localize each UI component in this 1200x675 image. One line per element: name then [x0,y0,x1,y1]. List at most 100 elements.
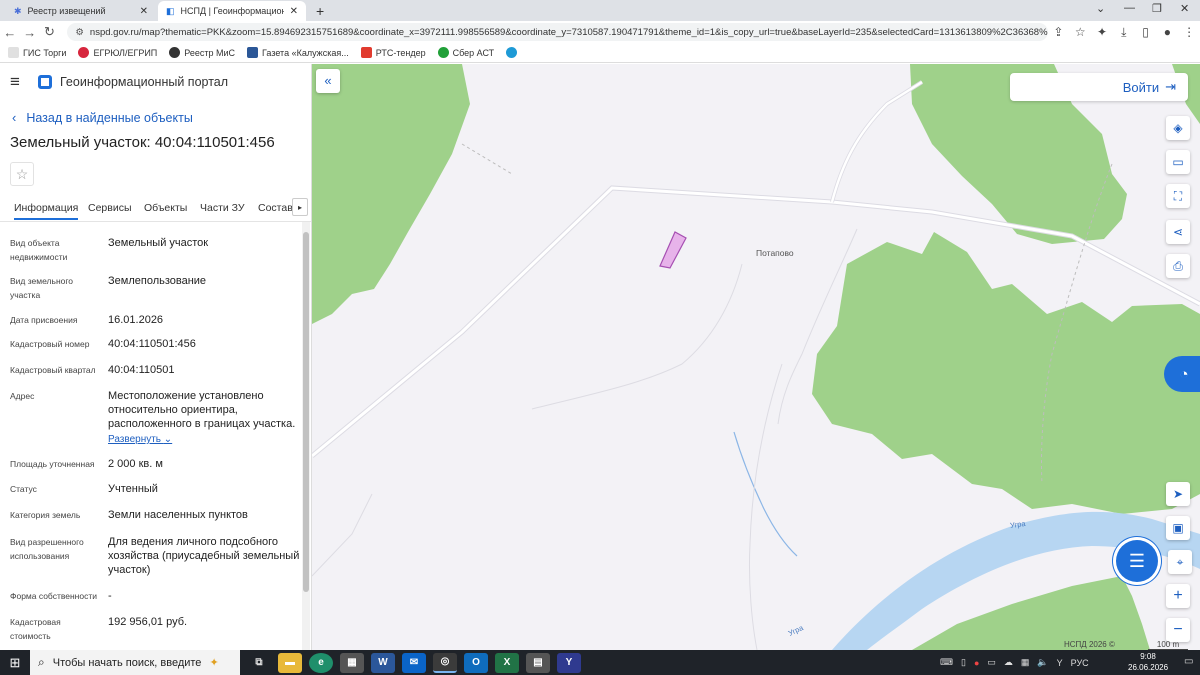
geo-search-button[interactable]: ⌖ [1168,550,1192,574]
navigation-arrow-icon: ➤ [1172,487,1184,501]
ruler-button[interactable]: ▭ [1166,150,1190,174]
chrome-icon[interactable]: ◎ [433,652,457,673]
back-to-results-link[interactable]: ‹ Назад в найденные объекты [12,110,193,125]
property-key: Вид объекта недвижимости [10,238,68,262]
url-input[interactable]: ⚙ nspd.gov.ru/map?thematic=PKK&zoom=15.8… [67,23,1048,41]
yandex-tray-icon[interactable]: Y [1057,658,1063,668]
panel-scrollbar[interactable] [302,222,310,650]
collapse-panel-button[interactable]: « [316,69,340,93]
tabs-scroll-right-icon[interactable]: ▸ [292,198,308,216]
map-scale: 100 m [1148,640,1188,650]
keyboard-icon[interactable]: ⌨ [940,657,953,668]
share-button[interactable]: ⋖ [1166,220,1190,244]
minus-icon: − [1173,621,1183,638]
browser-menu-icon[interactable]: ⋮ [1178,25,1200,39]
bookmark-star-icon[interactable]: ☆ [1069,25,1091,39]
select-area-icon: ⛶ [1173,188,1183,203]
yandex-browser-icon[interactable]: Y [557,652,581,673]
mail-icon[interactable]: ✉ [402,652,426,673]
expand-address-link[interactable]: Развернуть ⌄ [108,433,172,447]
antivirus-icon[interactable]: ● [974,658,979,668]
place-label-potapovo: Потапово [756,248,794,258]
locate-button[interactable]: ➤ [1166,482,1190,506]
close-tab-icon[interactable]: ✕ [140,6,148,17]
map-view[interactable]: « Войти ⇥ ◈ ▭ ⛶ ⋖ ⎙ ➤ ▣ ⌖ + − ◔ ☰ Потапо… [312,64,1200,650]
tab-parts[interactable]: Части ЗУ [200,202,245,214]
cloud-icon[interactable]: ☁ [1004,657,1013,668]
reload-icon[interactable]: ↻ [40,24,60,40]
clock[interactable]: 9:08 26.06.2026 [1128,651,1168,673]
search-placeholder: Чтобы начать поиск, введите [52,656,202,669]
bookmark-sber-ast[interactable]: Сбер АСТ [437,47,494,58]
bookmark-label: Газета «Калужская... [262,47,349,58]
tab-title: Реестр извещений [27,6,106,16]
hamburger-menu-icon[interactable]: ≡ [10,72,32,92]
display-icon[interactable]: ▦ [1021,657,1030,668]
task-view-icon[interactable]: ⧉ [247,653,271,673]
bookmark-gazeta[interactable]: Газета «Калужская... [247,47,349,58]
tab-title: НСПД | Геоинформационный п [180,6,284,16]
search-highlight-icon: ✦ [209,657,219,669]
zoom-in-button[interactable]: + [1166,584,1190,608]
maximize-icon[interactable]: ❐ [1152,2,1162,15]
windows-start-icon[interactable]: ⊞ [0,655,30,671]
bookmark-egrul[interactable]: ЕГРЮЛ/ЕГРИП [78,47,157,58]
tab-information[interactable]: Информация [14,202,79,220]
site-info-icon[interactable]: ⚙ [75,27,84,38]
file-explorer-icon[interactable]: ▬ [278,652,302,673]
notifications-icon[interactable]: ▭ [1184,656,1193,667]
scrollbar-thumb[interactable] [303,232,309,592]
language-indicator[interactable]: РУС [1071,658,1089,668]
profile-icon[interactable]: ● [1156,25,1178,39]
close-window-icon[interactable]: ✕ [1180,2,1189,15]
gosuslugi-feedback-button[interactable]: ◔ [1164,356,1200,392]
select-area-button[interactable]: ⛶ [1166,184,1190,208]
chevron-down-icon: ⌄ [163,434,173,445]
sidepanel-icon[interactable]: ▯ [1135,25,1157,39]
browser-tab-registry[interactable]: ✱ Реестр извещений ✕ [6,1,156,21]
close-tab-icon[interactable]: ✕ [290,6,298,17]
tab-composition[interactable]: Состав [258,202,293,214]
zoom-out-button[interactable]: − [1166,618,1190,642]
calculator-icon[interactable]: ▤ [526,652,550,673]
bookmark-gis-torgi[interactable]: ГИС Торги [8,47,66,58]
forward-icon[interactable]: → [20,25,40,40]
tab-services[interactable]: Сервисы [88,202,132,214]
volume-icon[interactable]: 🔈 [1037,657,1048,668]
minimize-icon[interactable]: — [1124,2,1135,14]
feedback-icon: ◔ [1179,365,1189,383]
network-icon[interactable]: ▭ [987,657,996,668]
tab-objects[interactable]: Объекты [144,202,187,214]
browser-tab-nspd[interactable]: ◧ НСПД | Геоинформационный п ✕ [158,1,306,21]
outlook-icon[interactable]: O [464,652,488,673]
bookmark-icon [169,47,181,58]
phone-icon[interactable]: ▯ [961,657,966,668]
bookmark-rts-tender[interactable]: РТС-тендер [360,47,426,58]
chat-button[interactable]: ☰ [1116,540,1158,582]
back-icon[interactable]: ← [0,25,20,40]
taskbar-search-box[interactable]: ⌕ Чтобы начать поиск, введите ✦ [30,650,240,675]
bookmark-reestr-mis[interactable]: Реестр МиС [169,47,235,58]
login-button[interactable]: Войти ⇥ [1010,73,1188,101]
chat-icon: ☰ [1128,550,1146,571]
pin-search-icon: ⌖ [1176,554,1184,569]
share-icon[interactable]: ⇪ [1048,25,1070,39]
word-icon[interactable]: W [371,652,395,673]
print-button[interactable]: ⎙ [1166,254,1190,278]
property-value: Для ведения личного подсобного хозяйства… [108,536,300,576]
favorite-star-button[interactable]: ☆ [10,162,34,186]
back-link-label: Назад в найденные объекты [26,110,193,125]
bookmark-label: Реестр МиС [184,47,236,58]
excel-icon[interactable]: X [495,652,519,673]
store-icon[interactable]: ▦ [340,652,364,673]
property-key: Вид разрешенного использования [10,537,84,561]
bookmark-extra[interactable] [506,47,521,58]
download-icon[interactable]: ⤓ [1113,25,1135,40]
layers-button[interactable]: ◈ [1166,116,1190,140]
extensions-icon[interactable]: ✦ [1091,25,1113,39]
new-tab-button[interactable]: + [308,1,330,21]
basemap-button[interactable]: ▣ [1166,516,1190,540]
bookmark-label: ГИС Торги [23,47,67,58]
edge-icon[interactable]: e [309,652,333,673]
tab-search-icon[interactable]: ⌄ [1096,2,1105,15]
